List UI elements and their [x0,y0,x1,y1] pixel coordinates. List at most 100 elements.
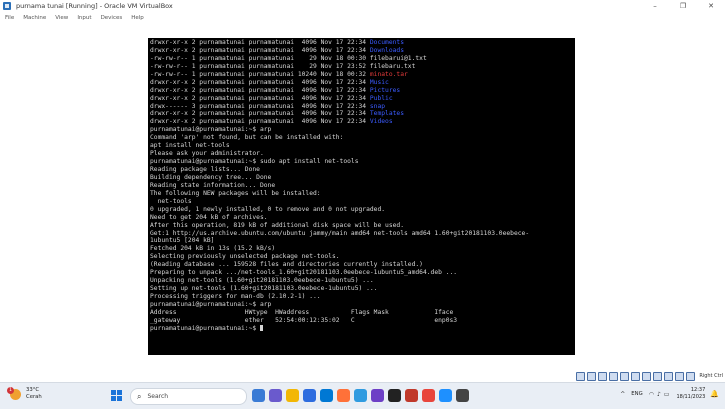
terminal-text: Music [369,78,389,86]
terminal-line: (Reading database ... 159528 files and d… [150,261,529,269]
terminal-text: drwxr-xr-x 2 purnamatunai purnamatunai 4… [150,110,370,118]
shared-folder-icon[interactable] [631,371,641,381]
terminal-line: drwxr-xr-x 2 purnamatunai purnamatunai 4… [150,110,529,118]
terminal-text: Fetched 204 kB in 13s (15.2 kB/s) [150,245,276,253]
system-tray: ^ ENG ◠ ♪ ▭ 12:37 18/11/2023 🔔 [620,387,719,401]
taskbar-app-icon[interactable] [371,389,384,402]
terminal-line: _gateway ether 52:54:00:12:35:02 C enp0s… [150,317,529,325]
terminal-line: drwxr-xr-x 2 purnamatunai purnamatunai 4… [150,79,529,87]
terminal-line: drwxr-xr-x 2 purnamatunai purnamatunai 4… [150,87,529,95]
terminal-text: drwxr-xr-x 2 purnamatunai purnamatunai 4… [150,86,370,94]
display-icon[interactable] [642,371,652,381]
terminal-line: purnamatunai@purnamatunai:~$ [150,324,529,333]
taskbar-app-icon[interactable] [252,389,265,402]
terminal-line: 1ubuntu5 [204 kB] [150,237,529,245]
terminal-line: Preparing to unpack .../net-tools_1.60+g… [150,269,529,277]
terminal-line: Setting up net-tools (1.60+git20181103.0… [150,285,529,293]
taskbar-app-icon[interactable] [303,389,316,402]
search-box[interactable]: ⌕ Search [130,388,247,405]
clock-time: 12:37 [690,387,706,393]
menu-bar: File Machine View Input Devices Help [0,12,725,23]
terminal-text: drwx------ 3 purnamatunai purnamatunai 4… [150,102,370,110]
menu-view[interactable]: View [55,15,68,21]
usb-icon[interactable] [620,371,630,381]
terminal-line: Unpacking net-tools (1.60+git20181103.0e… [150,277,529,285]
window-title: purnama tunai [Running] - Oracle VM Virt… [16,2,173,10]
taskbar-app-icon[interactable] [422,389,435,402]
menu-machine[interactable]: Machine [23,15,46,21]
taskbar-app-icon[interactable] [320,389,333,402]
terminal-screen[interactable]: drwxr-xr-x 2 purnamatunai purnamatunai 4… [148,38,575,355]
menu-devices[interactable]: Devices [101,15,123,21]
minimize-button[interactable]: – [641,0,669,12]
taskbar-app-icon[interactable] [456,389,469,402]
wifi-icon[interactable]: ◠ [649,391,654,398]
menu-file[interactable]: File [5,15,14,21]
search-placeholder: Search [147,393,169,400]
terminal-text: Documents [369,39,405,46]
taskbar-app-icon[interactable] [388,389,401,402]
volume-icon[interactable]: ♪ [657,391,661,398]
taskbar-app-icon[interactable] [405,389,418,402]
start-button[interactable] [111,390,122,401]
keyboard-icon[interactable] [686,371,696,381]
terminal-text: Public [369,94,393,102]
terminal-text: Reading state information... Done [150,181,276,189]
terminal-line: drwxr-xr-x 2 purnamatunai purnamatunai 4… [150,95,529,103]
taskbar-app-icon[interactable] [354,389,367,402]
taskbar-app-icon[interactable] [337,389,350,402]
weather-temp: 33°C [26,387,40,393]
clock[interactable]: 12:37 18/11/2023 [676,387,705,401]
virtualbox-icon [3,2,11,10]
cpu-icon[interactable] [664,371,674,381]
audio-icon[interactable] [598,371,608,381]
terminal-text: snap [369,102,386,110]
terminal-line: 0 upgraded, 1 newly installed, 0 to remo… [150,206,529,214]
taskbar: 1 33°C Cerah ⌕ Search ^ ENG ◠ ♪ ▭ 12:37 … [0,382,725,409]
mouse-integration-icon[interactable] [675,371,685,381]
terminal-line: drwxr-xr-x 2 purnamatunai purnamatunai 4… [150,118,529,126]
terminal-output: drwxr-xr-x 2 purnamatunai purnamatunai 4… [150,39,529,333]
taskbar-app-icon[interactable] [286,389,299,402]
notification-bell-icon[interactable]: 🔔 [710,390,719,398]
terminal-line: Address HWtype HWaddress Flags Mask Ifac… [150,309,529,317]
taskbar-app-icon[interactable] [439,389,452,402]
terminal-text: drwxr-xr-x 2 purnamatunai purnamatunai 4… [150,94,370,102]
menu-input[interactable]: Input [77,15,91,21]
terminal-line: Building dependency tree... Done [150,174,529,182]
close-button[interactable]: ✕ [697,0,725,12]
terminal-line: Selecting previously unselected package … [150,253,529,261]
terminal-text: -rw-rw-r-- 1 purnamatunai purnamatunai 2… [150,62,416,70]
weather-widget[interactable]: 1 33°C Cerah [7,386,42,401]
terminal-text: Unpacking net-tools (1.60+git20181103.0e… [150,277,374,285]
terminal-line: Reading package lists... Done [150,166,529,174]
terminal-text: _gateway ether 52:54:00:12:35:02 C enp0s… [150,316,458,324]
terminal-text: net-tools [150,197,192,205]
maximize-button[interactable]: ❐ [669,0,697,12]
terminal-line: Fetched 204 kB in 13s (15.2 kB/s) [150,245,529,253]
terminal-text: Templates [369,110,405,118]
recording-icon[interactable] [653,371,663,381]
terminal-line: net-tools [150,198,529,206]
terminal-text: Videos [369,118,393,126]
hard-disk-icon[interactable] [576,371,586,381]
terminal-line: purnamatunai@purnamatunai:~$ arp [150,126,529,134]
terminal-text: drwxr-xr-x 2 purnamatunai purnamatunai 4… [150,78,370,86]
title-bar: purnama tunai [Running] - Oracle VM Virt… [0,0,725,12]
weather-text: 33°C Cerah [26,387,42,401]
taskbar-app-icon[interactable] [269,389,282,402]
terminal-text: drwxr-xr-x 2 purnamatunai purnamatunai 4… [150,46,370,54]
clock-date: 18/11/2023 [676,394,706,400]
taskbar-apps [252,389,469,402]
network-icon[interactable] [609,371,619,381]
terminal-text: Pictures [369,86,401,94]
optical-drive-icon[interactable] [587,371,597,381]
chevron-up-icon[interactable]: ^ [620,391,625,398]
menu-help[interactable]: Help [131,15,144,21]
terminal-line: Command 'arp' not found, but can be inst… [150,134,529,142]
terminal-text: Need to get 204 kB of archives. [150,213,268,221]
terminal-text: Preparing to unpack .../net-tools_1.60+g… [150,269,458,277]
battery-icon[interactable]: ▭ [664,391,670,398]
language-indicator[interactable]: ENG [631,391,642,397]
terminal-line: purnamatunai@purnamatunai:~$ arp [150,301,529,309]
